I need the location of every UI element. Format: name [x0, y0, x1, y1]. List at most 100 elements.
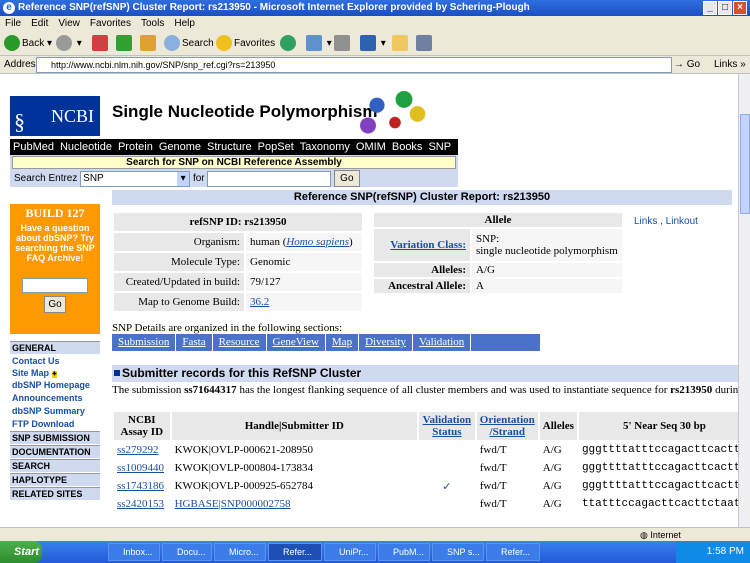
section-validation[interactable]: Validation	[413, 334, 472, 351]
search-go-button[interactable]: Go	[334, 170, 360, 187]
map-build-value: 36.2	[246, 293, 362, 311]
close-button[interactable]: ×	[733, 1, 747, 15]
validation-icon[interactable]: ✓	[418, 478, 475, 494]
organism-link[interactable]: Homo sapiens	[286, 236, 349, 248]
address-bar: Address http://www.ncbi.nlm.nih.gov/SNP/…	[0, 56, 750, 74]
menu-edit[interactable]: Edit	[26, 16, 53, 32]
forward-button[interactable]: ▾	[56, 35, 82, 53]
print-button[interactable]	[334, 35, 352, 53]
window-title-bar: e Reference SNP(refSNP) Cluster Report: …	[0, 0, 750, 16]
maximize-button[interactable]: □	[718, 1, 732, 15]
stop-button[interactable]	[92, 35, 110, 53]
alleles-label: Alleles:	[374, 263, 470, 277]
assay-id-cell[interactable]: ss1009440	[114, 460, 170, 476]
faq-question: Have a question about dbSNP? Try searchi…	[15, 223, 95, 263]
sidebar-search[interactable]: SEARCH	[10, 459, 100, 472]
search-input[interactable]	[207, 170, 332, 187]
menu-help[interactable]: Help	[169, 16, 200, 32]
nav-omim[interactable]: OMIM	[353, 139, 389, 155]
faq-go-button[interactable]: Go	[44, 296, 66, 313]
menu-file[interactable]: File	[0, 16, 26, 32]
validation-cell	[418, 496, 475, 512]
home-button[interactable]	[140, 35, 158, 53]
links-linkout[interactable]: Links , Linkout	[634, 216, 698, 227]
variation-class-link[interactable]: Variation Class:	[390, 239, 466, 251]
go-button[interactable]: → Go	[674, 56, 700, 74]
col-near-seq: 5' Near Seq 30 bp	[578, 412, 738, 440]
task-uniprot[interactable]: UniPr...	[324, 543, 376, 561]
col-validation[interactable]: Validation Status	[418, 412, 475, 440]
handle-cell[interactable]: HGBASE|SNP000002758	[171, 496, 417, 512]
ncbi-logo[interactable]: § NCBI	[10, 96, 100, 136]
section-geneview[interactable]: GeneView	[267, 334, 326, 351]
task-inbox[interactable]: Inbox...	[108, 543, 160, 561]
favorites-button[interactable]: Favorites	[216, 35, 275, 53]
vertical-scrollbar[interactable]	[738, 74, 750, 542]
sidebar-dbsnp-homepage[interactable]: dbSNP Homepage	[12, 379, 90, 391]
scroll-thumb[interactable]	[740, 114, 750, 214]
task-document[interactable]: Docu...	[162, 543, 212, 561]
sidebar-dbsnp-summary[interactable]: dbSNP Summary	[12, 405, 85, 417]
menu-favorites[interactable]: Favorites	[85, 16, 136, 32]
print-icon	[334, 35, 350, 52]
search-button[interactable]: Search	[164, 35, 214, 53]
new-badge-icon: ✦	[51, 371, 58, 378]
nav-pubmed[interactable]: PubMed	[10, 139, 57, 155]
start-button[interactable]: Start	[0, 541, 42, 563]
section-map[interactable]: Map	[326, 334, 360, 351]
orientation-cell: fwd/T	[476, 460, 538, 476]
nav-snp[interactable]: SNP	[425, 139, 454, 155]
mail-button[interactable]: ▾	[306, 35, 332, 53]
page-title: Single Nucleotide Polymorphism	[112, 102, 378, 121]
submitter-description: The submission ss71644317 has the longes…	[112, 384, 738, 396]
folder-button[interactable]	[392, 35, 410, 53]
sidebar-documentation[interactable]: DOCUMENTATION	[10, 445, 100, 458]
task-reference[interactable]: Refer...	[486, 543, 540, 561]
history-button[interactable]	[280, 35, 298, 53]
map-build-link[interactable]: 36.2	[250, 296, 269, 308]
search-row: Search Entrez SNP ▾ for Go	[14, 170, 360, 187]
sidebar-haplotype[interactable]: HAPLOTYPE	[10, 473, 100, 486]
nav-genome[interactable]: Genome	[156, 139, 204, 155]
faq-search-input[interactable]	[22, 278, 88, 293]
links-button[interactable]: Links »	[714, 56, 746, 74]
nav-protein[interactable]: Protein	[115, 139, 156, 155]
sidebar-snp-submission[interactable]: SNP SUBMISSION	[10, 431, 100, 444]
sidebar-general[interactable]: GENERAL	[10, 341, 100, 354]
folder-icon	[392, 35, 408, 52]
research-button[interactable]	[416, 35, 434, 53]
section-fasta[interactable]: Fasta	[176, 334, 213, 351]
col-orientation[interactable]: Orientation /Strand	[476, 412, 538, 440]
address-label: Address	[4, 59, 41, 70]
task-snp[interactable]: SNP s...	[432, 543, 484, 561]
sidebar-contact-us[interactable]: Contact Us	[12, 355, 60, 367]
refsnp-id: refSNP ID: rs213950	[114, 213, 362, 231]
section-resource[interactable]: Resource	[213, 334, 267, 351]
task-pubmed[interactable]: PubM...	[378, 543, 430, 561]
ancestral-allele-label: Ancestral Allele:	[374, 279, 470, 293]
assay-id-cell[interactable]: ss2420153	[114, 496, 170, 512]
nav-structure[interactable]: Structure	[204, 139, 255, 155]
section-diversity[interactable]: Diversity	[359, 334, 414, 351]
near-seq-cell: gggttttatttccagacttcactto	[578, 478, 738, 494]
nav-books[interactable]: Books	[389, 139, 426, 155]
assay-id-cell[interactable]: ss279292	[114, 442, 170, 458]
minimize-button[interactable]: _	[703, 1, 717, 15]
refresh-button[interactable]	[116, 35, 134, 53]
task-reference-active[interactable]: Refer...	[268, 543, 322, 561]
address-input[interactable]: http://www.ncbi.nlm.nih.gov/SNP/snp_ref.…	[36, 57, 672, 73]
section-submission[interactable]: Submission	[112, 334, 177, 351]
assay-id-cell[interactable]: ss1743186	[114, 478, 170, 494]
menu-tools[interactable]: Tools	[136, 16, 169, 32]
sidebar-related-sites[interactable]: RELATED SITES	[10, 487, 100, 500]
sidebar-announcements[interactable]: Announcements	[12, 392, 83, 404]
nav-nucleotide[interactable]: Nucleotide	[57, 139, 115, 155]
edit-button[interactable]: ▾	[360, 35, 386, 53]
sidebar-ftp-download[interactable]: FTP Download	[12, 418, 74, 430]
back-button[interactable]: Back ▾	[4, 35, 52, 53]
nav-popset[interactable]: PopSet	[255, 139, 297, 155]
nav-taxonomy[interactable]: Taxonomy	[297, 139, 353, 155]
search-db-select[interactable]: SNP ▾	[80, 170, 191, 187]
menu-view[interactable]: View	[53, 16, 85, 32]
task-microsoft[interactable]: Micro...	[214, 543, 266, 561]
